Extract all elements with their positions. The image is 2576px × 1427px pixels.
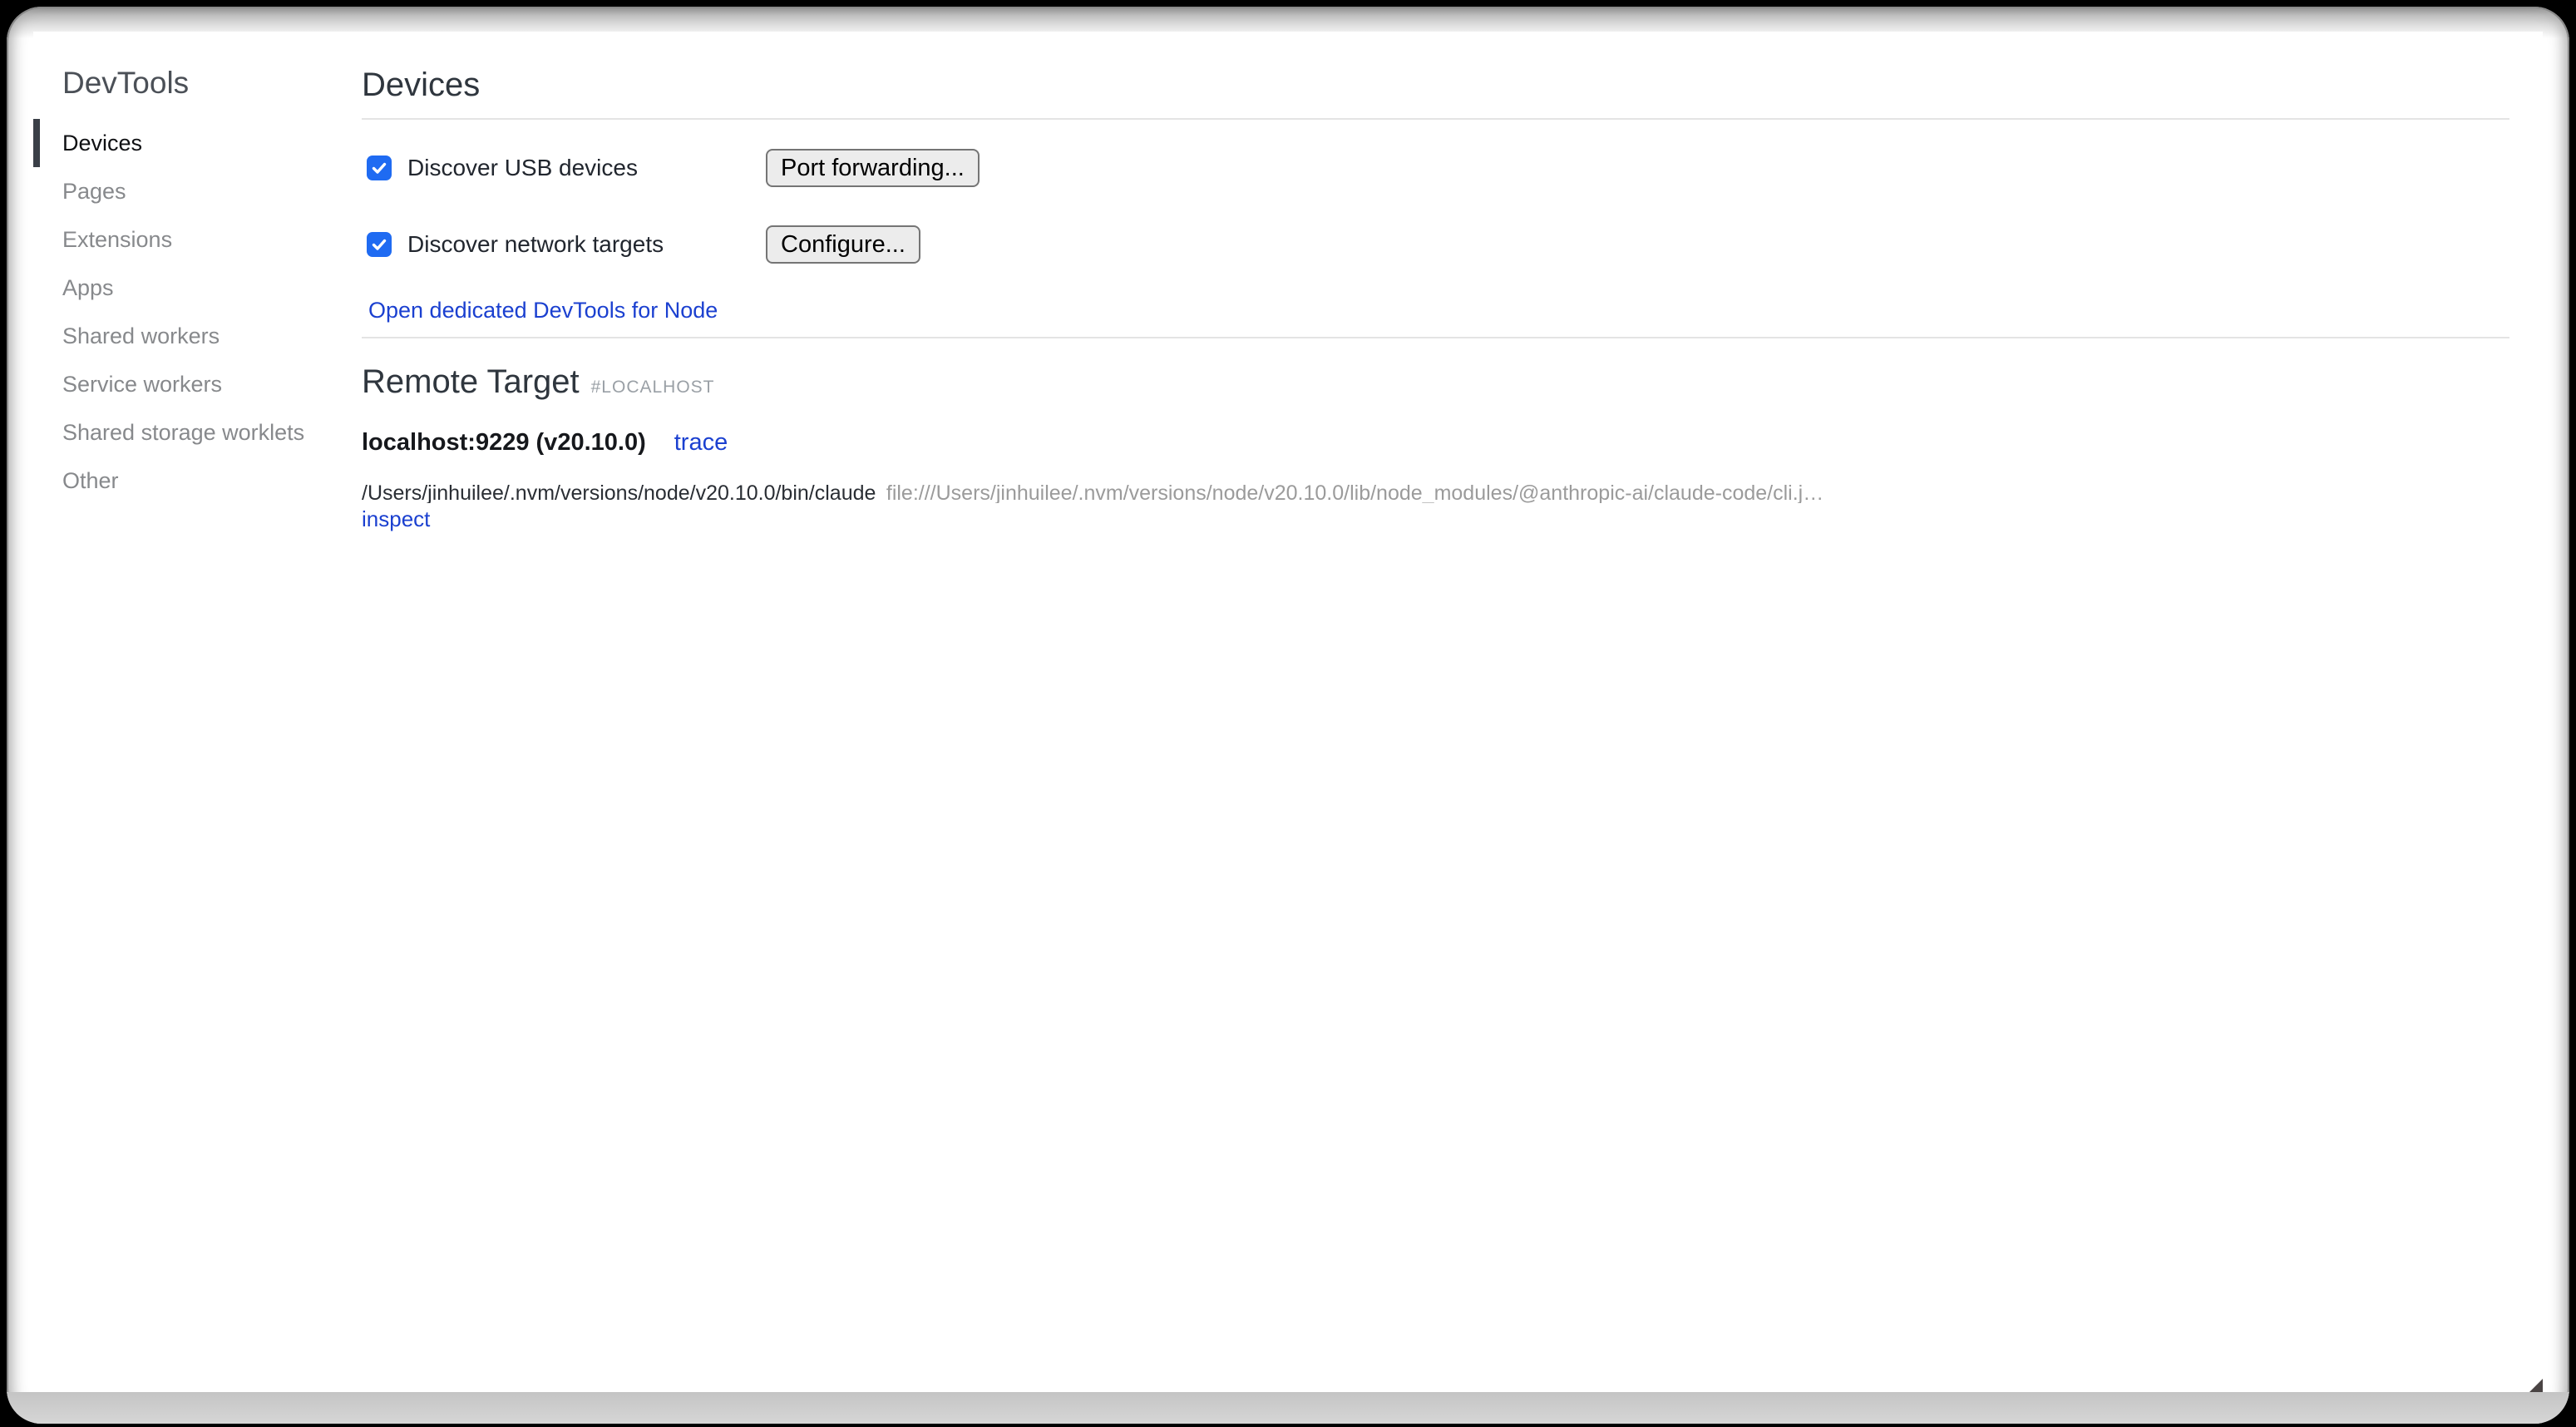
checkmark-icon (371, 160, 387, 176)
sidebar-item-label: Service workers (62, 372, 222, 397)
target-name: localhost:9229 (v20.10.0) (362, 429, 646, 457)
sidebar-item-label: Shared workers (62, 323, 220, 348)
devtools-title: DevTools (33, 67, 362, 99)
discover-usb-label: Discover USB devices (407, 155, 638, 181)
trace-link[interactable]: trace (674, 429, 728, 457)
sidebar-item-label: Devices (62, 131, 142, 156)
discover-network-group: Discover network targets (367, 231, 766, 258)
remote-target-heading: Remote Target #LOCALHOST (362, 363, 2509, 400)
page-title: Devices (362, 67, 2509, 103)
discover-network-row: Discover network targets Configure... (367, 226, 2509, 263)
discover-network-label: Discover network targets (407, 231, 664, 258)
sidebar-item-apps[interactable]: Apps (33, 264, 362, 312)
discover-network-checkbox[interactable] (367, 232, 392, 257)
target-path-row: /Users/jinhuilee/.nvm/versions/node/v20.… (362, 481, 2509, 503)
sidebar-item-label: Shared storage worklets (62, 420, 304, 445)
sidebar-item-pages[interactable]: Pages (33, 167, 362, 215)
bottom-desktop-bar (7, 1392, 2569, 1424)
configure-button[interactable]: Configure... (766, 225, 920, 264)
sidebar-item-service-workers[interactable]: Service workers (33, 360, 362, 408)
sidebar-item-label: Other (62, 468, 119, 493)
node-devtools-row: Open dedicated DevTools for Node (368, 298, 2509, 321)
open-node-devtools-link[interactable]: Open dedicated DevTools for Node (368, 298, 718, 323)
target-binary-path: /Users/jinhuilee/.nvm/versions/node/v20.… (362, 481, 876, 503)
selected-indicator-bar (33, 119, 40, 167)
remote-target-title: Remote Target (362, 363, 580, 400)
main-panel: Devices Discover USB devices Port forwar… (362, 32, 2543, 1392)
sidebar-item-shared-storage-worklets[interactable]: Shared storage worklets (33, 408, 362, 457)
inspect-link[interactable]: inspect (362, 506, 430, 531)
localhost-tag: #LOCALHOST (591, 378, 715, 397)
mac-screen-frame: DevTools Devices Pages Extensions Apps S… (7, 7, 2569, 1424)
devtools-inspect-page: DevTools Devices Pages Extensions Apps S… (33, 32, 2543, 1392)
sidebar-item-label: Apps (62, 275, 114, 300)
divider (362, 118, 2509, 120)
divider (362, 337, 2509, 338)
sidebar-item-label: Pages (62, 179, 126, 204)
discover-usb-checkbox[interactable] (367, 156, 392, 180)
sidebar-item-extensions[interactable]: Extensions (33, 215, 362, 264)
discover-usb-group: Discover USB devices (367, 155, 766, 181)
sidebar-item-shared-workers[interactable]: Shared workers (33, 312, 362, 360)
sidebar: DevTools Devices Pages Extensions Apps S… (33, 32, 362, 1392)
target-script-url: file:///Users/jinhuilee/.nvm/versions/no… (886, 481, 1823, 503)
sidebar-list: Devices Pages Extensions Apps Shared wor… (33, 119, 362, 505)
sidebar-item-devices[interactable]: Devices (33, 119, 362, 167)
sidebar-item-label: Extensions (62, 227, 172, 252)
target-row: localhost:9229 (v20.10.0) trace (362, 429, 2509, 454)
inspect-row: inspect (362, 506, 2509, 530)
checkmark-icon (371, 236, 387, 253)
port-forwarding-button[interactable]: Port forwarding... (766, 149, 980, 187)
sidebar-item-other[interactable]: Other (33, 457, 362, 505)
discover-usb-row: Discover USB devices Port forwarding... (367, 150, 2509, 186)
